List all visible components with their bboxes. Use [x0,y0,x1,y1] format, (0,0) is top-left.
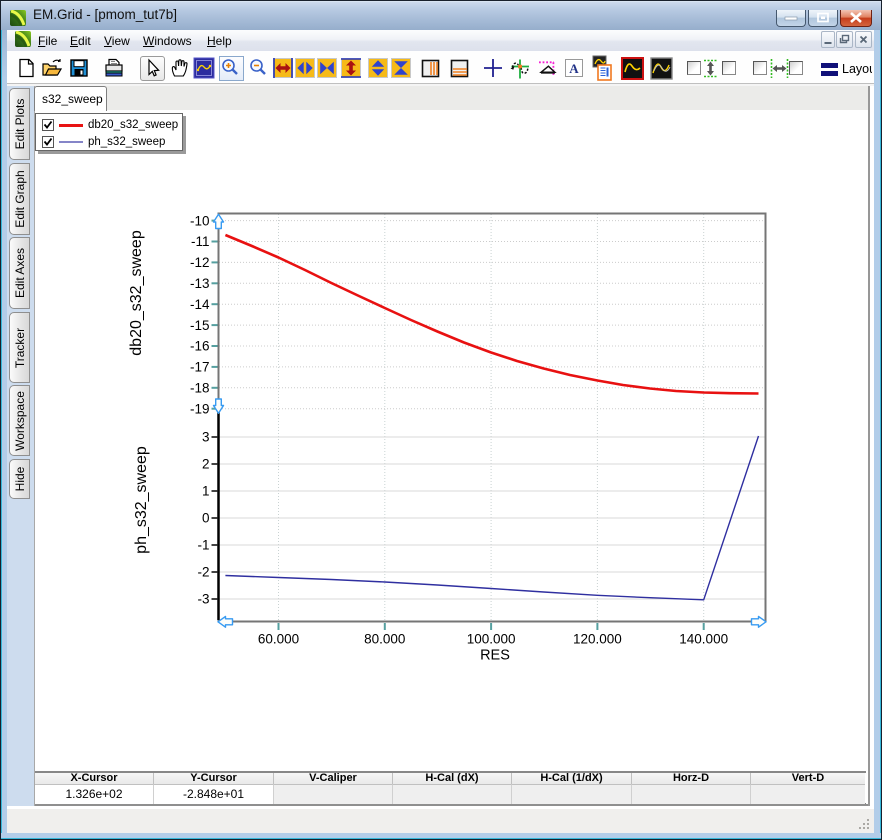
svg-text:db20_s32_sweep: db20_s32_sweep [128,230,145,356]
svg-text:-14: -14 [190,297,210,312]
svg-text:-1: -1 [197,538,209,553]
svg-text:-3: -3 [197,592,209,607]
svg-text:-12: -12 [190,255,210,270]
svg-text:-15: -15 [190,318,210,333]
svg-text:2: 2 [202,457,210,472]
svg-text:120.000: 120.000 [573,632,622,647]
svg-text:-16: -16 [190,339,210,354]
svg-text:0: 0 [202,511,210,526]
svg-text:-11: -11 [191,234,210,249]
svg-text:ph_s32_sweep: ph_s32_sweep [133,446,150,554]
svg-text:RES: RES [480,648,510,664]
svg-text:-17: -17 [190,360,210,375]
svg-text:3: 3 [202,430,210,445]
svg-text:-13: -13 [190,276,210,291]
svg-text:-10: -10 [190,213,210,228]
svg-text:-18: -18 [190,381,210,396]
svg-text:80.000: 80.000 [364,632,405,647]
svg-text:100.000: 100.000 [467,632,516,647]
svg-text:1: 1 [202,484,210,499]
svg-text:-2: -2 [197,565,209,580]
svg-text:-19: -19 [190,401,210,416]
svg-text:140.000: 140.000 [679,632,728,647]
svg-text:60.000: 60.000 [258,632,299,647]
